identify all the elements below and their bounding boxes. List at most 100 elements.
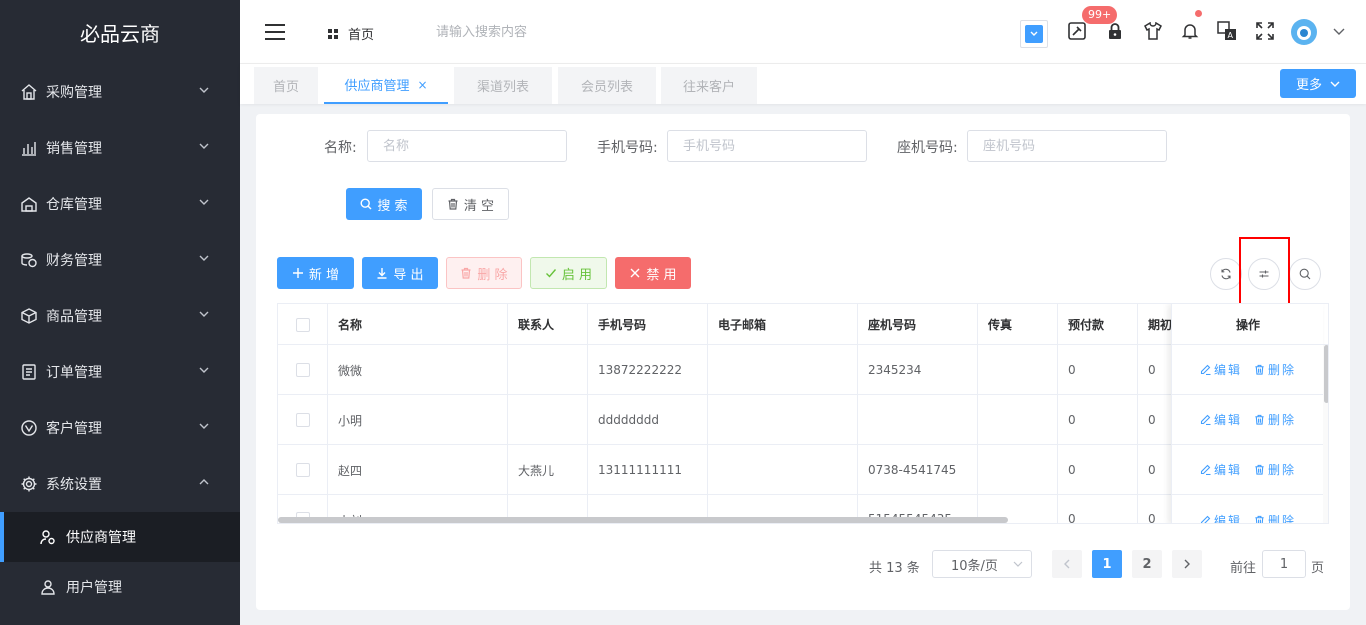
tab-home[interactable]: 首页 <box>254 67 318 104</box>
chevron-down-icon <box>199 367 209 373</box>
export-button[interactable]: 导 出 <box>362 257 438 289</box>
phone-field[interactable] <box>967 130 1167 162</box>
menu-label: 财务管理 <box>46 253 102 269</box>
horizontal-scrollbar[interactable] <box>278 517 1008 523</box>
chevron-down-icon <box>199 423 209 429</box>
menu-item-warehouse[interactable]: 仓库管理 <box>0 176 240 232</box>
search-button-label: 搜 索 <box>377 198 408 214</box>
menu-item-sales[interactable]: 销售管理 <box>0 120 240 176</box>
search-icon <box>360 198 372 210</box>
page-2-button[interactable]: 2 <box>1132 550 1162 578</box>
shirt-icon[interactable] <box>1142 20 1164 42</box>
menu-item-purchase[interactable]: 采购管理 <box>0 64 240 120</box>
row-actions: 编辑 删除 <box>1172 395 1324 445</box>
select-toggle[interactable] <box>1020 20 1048 48</box>
col-fax: 传真 <box>978 304 1058 345</box>
cell-fax <box>978 395 1058 445</box>
tab-contacts[interactable]: 往来客户 <box>661 67 757 104</box>
menu-item-settings[interactable]: 系统设置 <box>0 456 240 512</box>
sidebar: 必品云商 采购管理 销售管理 仓库管理 财务管理 商品管理 订单管理 客户管理 … <box>0 0 240 625</box>
chevron-down-icon <box>199 87 209 93</box>
edit-link[interactable]: 编辑 <box>1200 411 1242 428</box>
search-icon <box>1299 268 1311 280</box>
avatar[interactable] <box>1290 18 1318 46</box>
scrollbar-thumb[interactable] <box>1324 345 1328 403</box>
cell-prepaid: 0 <box>1058 345 1138 395</box>
vertical-scrollbar[interactable] <box>1323 345 1328 523</box>
home-link[interactable]: 首页 <box>328 24 374 43</box>
customer-icon <box>20 419 38 437</box>
lock-icon[interactable] <box>1104 20 1126 42</box>
toggle-search-button[interactable] <box>1289 258 1321 290</box>
sidebar-item-supplier[interactable]: 供应商管理 <box>0 512 240 562</box>
fullscreen-icon[interactable] <box>1254 20 1276 42</box>
more-button[interactable]: 更多 <box>1280 69 1356 98</box>
cell-prepaid: 0 <box>1058 445 1138 495</box>
menu-label: 系统设置 <box>46 477 102 493</box>
row-checkbox[interactable] <box>295 463 310 477</box>
page-1-button[interactable]: 1 <box>1092 550 1122 578</box>
translate-icon[interactable]: A <box>1216 20 1238 42</box>
tab-supplier[interactable]: 供应商管理 × <box>324 67 448 104</box>
next-page-button[interactable] <box>1172 550 1202 578</box>
menu-item-customers[interactable]: 客户管理 <box>0 400 240 456</box>
row-checkbox[interactable] <box>295 363 310 377</box>
menu-label: 销售管理 <box>46 141 102 157</box>
delete-link[interactable]: 删除 <box>1254 461 1296 478</box>
row-select-cell <box>278 395 328 445</box>
chevron-down-icon[interactable] <box>1328 20 1350 42</box>
name-label: 名称: <box>324 140 357 156</box>
edit-label: 编辑 <box>1213 514 1242 524</box>
warehouse-icon <box>20 195 38 213</box>
download-icon <box>376 267 388 279</box>
document-icon <box>20 363 38 381</box>
row-checkbox[interactable] <box>295 413 310 427</box>
close-icon[interactable]: × <box>417 78 427 92</box>
tab-bar: 首页 供应商管理 × 渠道列表 会员列表 往来客户 更多 <box>240 64 1366 104</box>
enable-button[interactable]: 启 用 <box>530 257 607 289</box>
cell-fax <box>978 445 1058 495</box>
menu-item-goods[interactable]: 商品管理 <box>0 288 240 344</box>
col-name: 名称 <box>328 304 508 345</box>
delete-link[interactable]: 删除 <box>1254 512 1296 523</box>
edit-link[interactable]: 编辑 <box>1200 512 1242 524</box>
goto-label: 前往 <box>1230 561 1257 576</box>
tab-channel-list[interactable]: 渠道列表 <box>454 67 552 104</box>
delete-link[interactable]: 删除 <box>1254 361 1296 378</box>
prev-page-button[interactable] <box>1052 550 1082 578</box>
search-input[interactable] <box>436 18 636 46</box>
menu-item-finance[interactable]: 财务管理 <box>0 232 240 288</box>
top-header: 首页 99+ A <box>240 0 1366 64</box>
app-brand: 必品云商 <box>80 21 160 46</box>
refresh-button[interactable] <box>1210 258 1242 290</box>
more-label: 更多 <box>1295 78 1322 93</box>
select-all-checkbox[interactable] <box>295 317 310 332</box>
search-button[interactable]: 搜 索 <box>346 188 422 220</box>
enable-button-label: 启 用 <box>561 267 593 283</box>
chevron-up-icon <box>199 479 209 485</box>
clear-button[interactable]: 清 空 <box>432 188 509 220</box>
goto-page-input[interactable] <box>1262 550 1306 578</box>
close-icon <box>629 267 641 279</box>
add-button[interactable]: 新 增 <box>277 257 354 289</box>
edit-link[interactable]: 编辑 <box>1200 361 1242 378</box>
cell-prepaid: 0 <box>1058 495 1138 523</box>
edit-label: 编辑 <box>1213 363 1242 377</box>
hamburger-icon[interactable] <box>264 22 286 42</box>
tab-member-list[interactable]: 会员列表 <box>558 67 656 104</box>
delete-button[interactable]: 删 除 <box>446 257 522 289</box>
home-label: 首页 <box>348 28 375 43</box>
edit-link[interactable]: 编辑 <box>1200 461 1242 478</box>
cell-email <box>708 345 858 395</box>
menu-item-orders[interactable]: 订单管理 <box>0 344 240 400</box>
page-size-select[interactable]: 10条/页 <box>932 550 1032 578</box>
name-field[interactable] <box>367 130 567 162</box>
disable-button[interactable]: 禁 用 <box>615 257 691 289</box>
menu-label: 订单管理 <box>46 365 102 381</box>
bell-icon[interactable] <box>1179 20 1201 42</box>
sidebar-item-users[interactable]: 用户管理 <box>0 562 240 612</box>
delete-link[interactable]: 删除 <box>1254 411 1296 428</box>
trash-icon <box>1254 364 1265 375</box>
mobile-field[interactable] <box>667 130 867 162</box>
tools-icon[interactable] <box>1066 20 1088 42</box>
